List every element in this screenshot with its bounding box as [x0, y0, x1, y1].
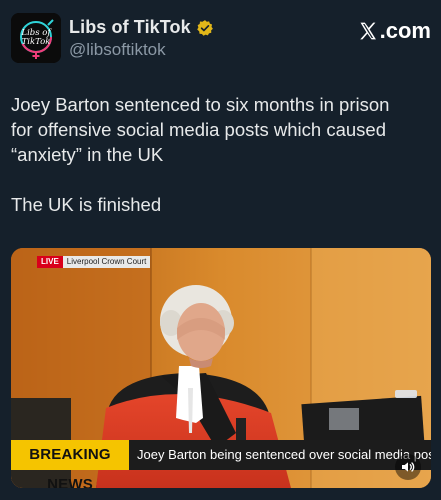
avatar[interactable]: Libs of TikTok [11, 13, 61, 63]
display-name[interactable]: Libs of TikTok [69, 17, 191, 38]
name-row: Libs of TikTok [69, 17, 214, 38]
account-handle[interactable]: @libsoftiktok [69, 40, 166, 60]
breaking-news-banner: BREAKING NEWS Joey Barton being sentence… [11, 440, 431, 488]
site-text: .com [379, 18, 431, 43]
tweet-line: “anxiety” in the UK [11, 144, 164, 165]
site-label: .com [358, 18, 431, 44]
tweet-line: Joey Barton sentenced to six months in p… [11, 94, 390, 115]
tweet-line: for offensive social media posts which c… [11, 119, 386, 140]
libs-of-tiktok-logo-icon: Libs of TikTok [11, 13, 61, 63]
live-banner: LIVE Liverpool Crown Court [37, 256, 151, 268]
breaking-news-text: Joey Barton being sentenced over social … [129, 440, 431, 470]
live-badge: LIVE [37, 256, 63, 268]
avatar-text-bottom: TikTok [22, 37, 51, 47]
breaking-news-label: BREAKING NEWS [11, 440, 129, 488]
tweet-header: Libs of TikTok Libs of TikTok @libsoftik… [11, 13, 431, 65]
verified-badge-icon [196, 19, 213, 36]
video-player[interactable]: LIVE Liverpool Crown Court BREAKING NEWS… [11, 248, 431, 488]
tweet-text: Joey Barton sentenced to six months in p… [11, 92, 431, 217]
tweet-line: The UK is finished [11, 194, 162, 215]
volume-icon [402, 462, 415, 472]
volume-button[interactable] [395, 454, 421, 480]
broadcaster-logo [395, 390, 417, 398]
location-label: Liverpool Crown Court [62, 256, 151, 268]
x-logo-icon [359, 22, 376, 40]
